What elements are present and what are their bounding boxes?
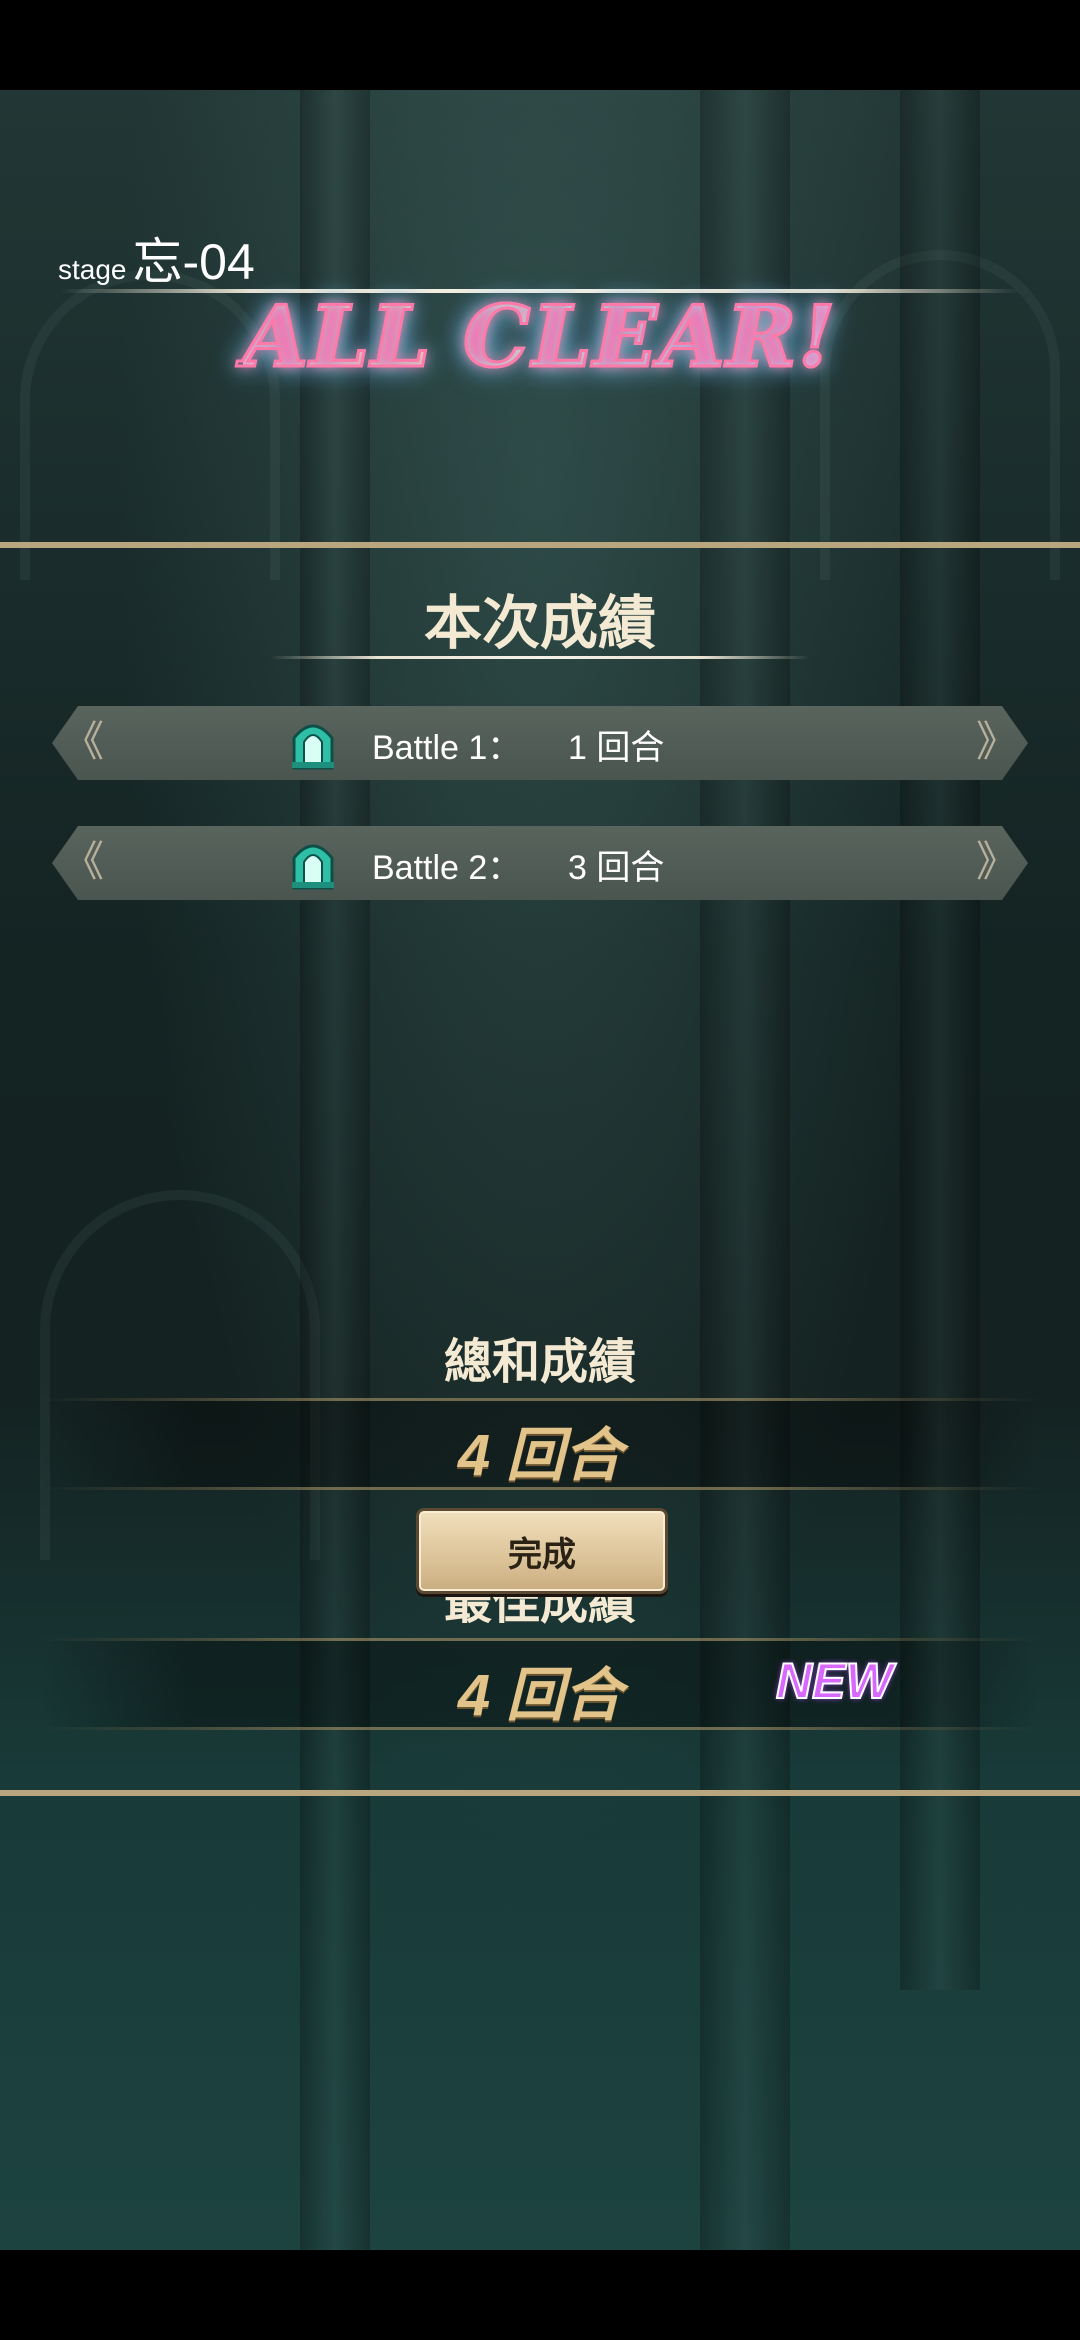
best-score-band: 4 回合 NEW	[40, 1638, 1040, 1730]
chevron-left-icon: 《	[62, 838, 105, 885]
battle-label: Battle 1：	[372, 729, 522, 767]
chevron-right-icon: 》	[975, 838, 1018, 885]
background-pillar	[300, 90, 370, 2250]
top-letterbox	[0, 0, 1080, 90]
battle-label: Battle 2：	[372, 849, 522, 887]
all-clear-text: ALL CLEAR!	[241, 285, 838, 387]
total-result-title: 總和成績	[443, 1336, 636, 1389]
total-score-value: 4 回合	[457, 1423, 623, 1488]
result-screen: stage 忘-04 ALL CLEAR! 本次成績 《 Battle 1： 1 …	[0, 90, 1080, 2250]
gold-divider-top	[0, 542, 1080, 548]
stage-prefix: stage	[58, 254, 127, 285]
battle-turns: 3 回合	[568, 849, 665, 887]
bottom-letterbox	[0, 2250, 1080, 2340]
background-pillar	[700, 90, 790, 2250]
stage-label: stage 忘-04	[58, 222, 255, 294]
battle-row-2: 《 Battle 2： 3 回合 》	[52, 826, 1028, 900]
battle-turns: 1 回合	[568, 729, 665, 767]
current-result-title: 本次成績	[423, 591, 656, 656]
total-score-band: 4 回合	[40, 1398, 1040, 1490]
chevron-right-icon: 》	[975, 718, 1018, 765]
tower-icon	[292, 724, 334, 770]
chevron-left-icon: 《	[62, 718, 105, 765]
stage-name: 忘-04	[132, 234, 255, 290]
all-clear-banner: ALL CLEAR!	[240, 285, 840, 387]
tower-icon	[292, 844, 334, 890]
done-button[interactable]: 完成	[416, 1508, 668, 1594]
gold-divider-bottom	[0, 1790, 1080, 1796]
current-result-underline	[270, 656, 810, 659]
battle-row-1: 《 Battle 1： 1 回合 》	[52, 706, 1028, 780]
new-record-badge: NEW	[775, 1652, 894, 1710]
